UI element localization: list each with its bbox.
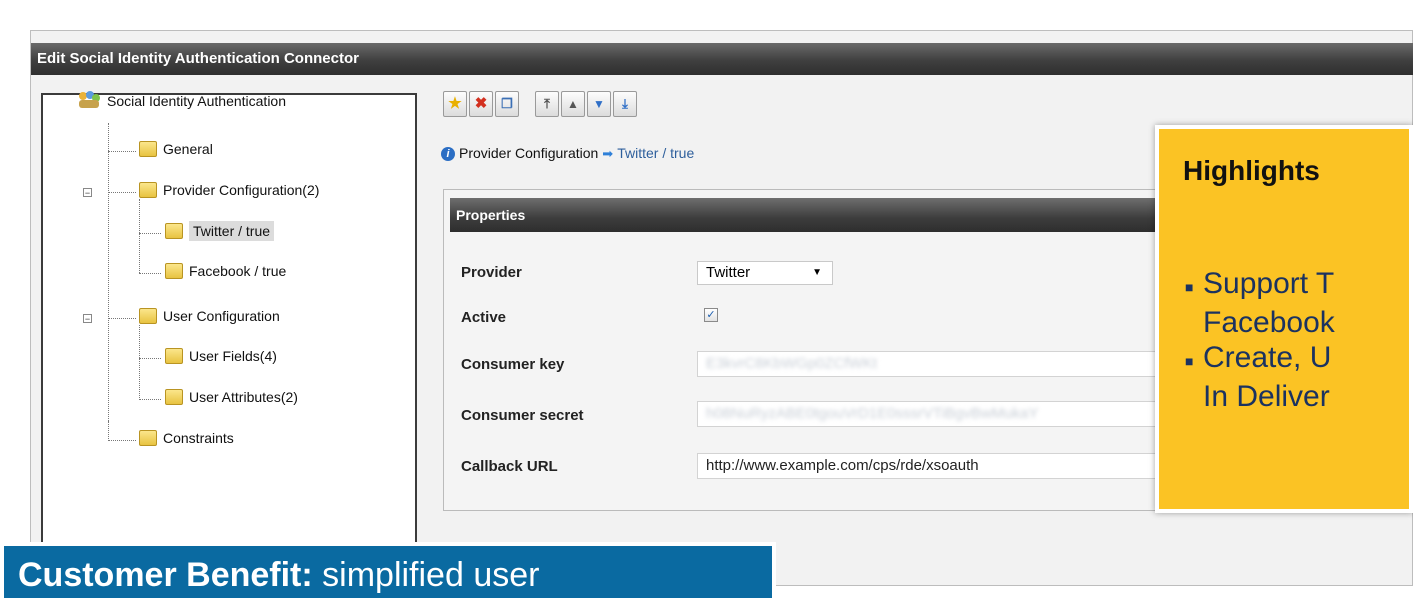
highlights-title: Highlights (1183, 155, 1320, 186)
tree-item-provider-configuration[interactable]: Provider Configuration(2) (139, 182, 319, 199)
active-label: Active (461, 309, 507, 326)
consumer-secret-label: Consumer secret (461, 407, 584, 424)
folder-icon (165, 348, 183, 365)
delete-x-icon[interactable]: ✖ (469, 91, 493, 117)
collapse-user-configuration-icon[interactable]: − (83, 314, 92, 324)
breadcrumb-current[interactable]: Twitter / true (617, 145, 694, 161)
folder-icon (139, 430, 157, 447)
folder-icon (139, 141, 157, 158)
tree-item-constraints[interactable]: Constraints (139, 430, 234, 447)
customer-benefit-banner: Customer Benefit: simplified user (0, 542, 776, 602)
dialog-title: Edit Social Identity Authentication Conn… (31, 43, 1413, 75)
highlight-line-2: Facebook (1203, 306, 1335, 339)
collapse-provider-configuration-icon[interactable]: − (83, 188, 92, 198)
folder-icon (165, 223, 183, 240)
provider-select[interactable]: Twitter ▼ (697, 261, 833, 285)
highlights-callout: Highlights ■ Support T Facebook ■ Create… (1155, 125, 1413, 513)
new-star-icon[interactable]: ★ (443, 91, 467, 117)
highlight-line-3: Create, U (1203, 341, 1332, 374)
bullet-icon: ■ (1185, 279, 1194, 295)
move-up-icon[interactable]: ▲ (561, 91, 585, 117)
active-checkbox[interactable]: ✓ (704, 308, 718, 322)
chevron-down-icon: ▼ (812, 267, 822, 278)
move-bottom-icon[interactable]: ⤓ (613, 91, 637, 117)
tree-item-user-attributes[interactable]: User Attributes(2) (165, 389, 298, 406)
folder-icon (139, 182, 157, 199)
move-top-icon[interactable]: ⤒ (535, 91, 559, 117)
navigation-tree: − − Social Identity Authentication Gener… (41, 91, 417, 587)
tree-root-label: Social Identity Authentication (107, 93, 287, 109)
tree-item-facebook[interactable]: Facebook / true (165, 263, 286, 280)
callback-url-label: Callback URL (461, 458, 558, 475)
tree-item-user-fields[interactable]: User Fields(4) (165, 348, 277, 365)
move-down-icon[interactable]: ▼ (587, 91, 611, 117)
consumer-key-label: Consumer key (461, 356, 565, 373)
highlight-line-4: In Deliver (1203, 380, 1330, 413)
benefit-label: Customer Benefit: (18, 556, 313, 594)
tree-item-general[interactable]: General (139, 141, 213, 158)
highlight-line-1: Support T (1203, 267, 1335, 300)
provider-value: Twitter (706, 264, 751, 281)
folder-icon (165, 389, 183, 406)
benefit-text: simplified user (322, 556, 540, 594)
folder-icon (139, 308, 157, 325)
folder-icon (165, 263, 183, 280)
arrow-right-icon: ➡ (602, 146, 614, 161)
people-group-icon (77, 91, 101, 109)
tree-item-user-configuration[interactable]: User Configuration (139, 308, 280, 325)
tree-item-twitter[interactable]: Twitter / true (165, 221, 275, 241)
breadcrumb-section[interactable]: Provider Configuration (459, 145, 598, 161)
breadcrumb: i Provider Configuration ➡ Twitter / true (441, 145, 694, 162)
bullet-icon: ■ (1185, 353, 1194, 369)
provider-label: Provider (461, 264, 522, 281)
info-icon: i (441, 147, 455, 162)
tree-root[interactable]: Social Identity Authentication (77, 91, 287, 111)
copy-icon[interactable]: ❐ (495, 91, 519, 117)
